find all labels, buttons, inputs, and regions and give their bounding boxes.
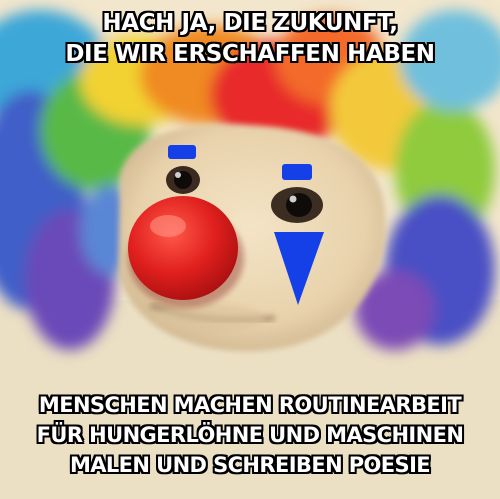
top-caption: HACH JA, DIE ZUKUNFT, DIE WIR ERSCHAFFEN… bbox=[0, 8, 500, 70]
bottom-caption-line: FÜR HUNGERLÖHNE UND MASCHINEN bbox=[36, 423, 464, 447]
top-caption-line: HACH JA, DIE ZUKUNFT, bbox=[102, 10, 398, 36]
meme-image: HACH JA, DIE ZUKUNFT, DIE WIR ERSCHAFFEN… bbox=[0, 0, 500, 499]
bottom-caption: MENSCHEN MACHEN ROUTINEARBEIT FÜR HUNGER… bbox=[0, 390, 500, 480]
bottom-caption-line: MENSCHEN MACHEN ROUTINEARBEIT bbox=[38, 393, 462, 417]
bottom-caption-line: MALEN UND SCHREIBEN POESIE bbox=[69, 453, 431, 477]
top-caption-line: DIE WIR ERSCHAFFEN HABEN bbox=[65, 41, 435, 67]
